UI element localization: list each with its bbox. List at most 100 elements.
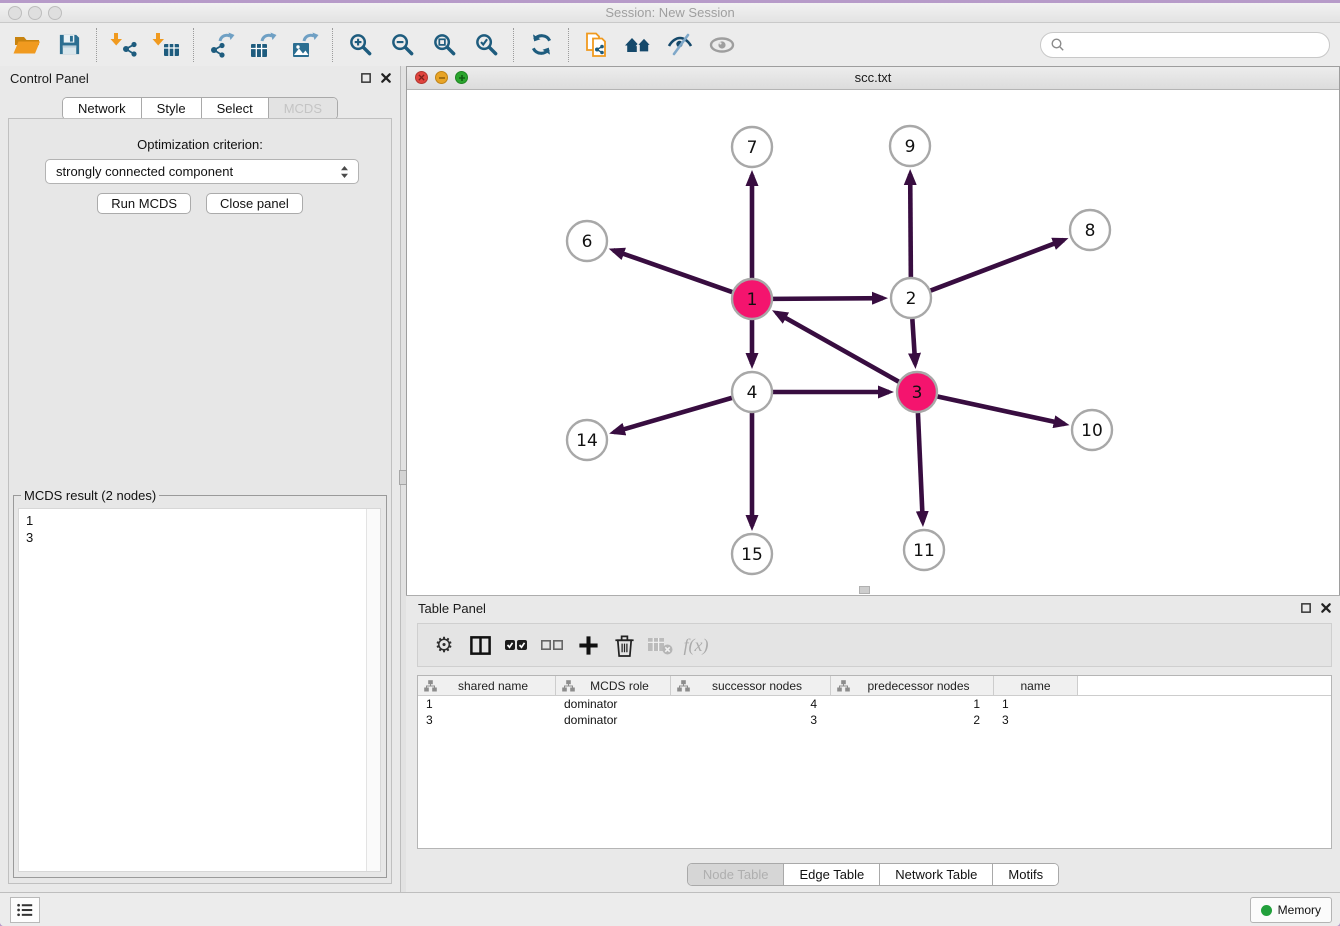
import-table-button[interactable]	[149, 28, 183, 62]
zoom-out-button[interactable]	[385, 28, 419, 62]
close-panel-button[interactable]: Close panel	[206, 193, 303, 214]
run-mcds-button[interactable]: Run MCDS	[97, 193, 191, 214]
tab-edge-table[interactable]: Edge Table	[783, 864, 879, 885]
fit-content-button[interactable]	[427, 28, 461, 62]
mcds-result-area[interactable]: 13	[18, 508, 381, 872]
column-header-successor-nodes[interactable]: successor nodes	[671, 676, 831, 695]
column-header-name[interactable]: name	[994, 676, 1078, 695]
task-history-button[interactable]	[10, 897, 40, 923]
cell[interactable]: dominator	[556, 713, 671, 727]
deselect-all-button[interactable]	[534, 627, 570, 663]
clone-network-button[interactable]	[579, 28, 613, 62]
add-column-button[interactable]	[570, 627, 606, 663]
graph-node-8[interactable]: 8	[1070, 210, 1110, 250]
cell[interactable]: dominator	[556, 697, 671, 711]
delete-column-button[interactable]	[606, 627, 642, 663]
window-title: Session: New Session	[0, 5, 1340, 20]
canvas-resize-handle[interactable]	[859, 586, 870, 594]
graph-node-2[interactable]: 2	[891, 278, 931, 318]
graph-edge-1-2[interactable]	[773, 298, 883, 299]
memory-button[interactable]: Memory	[1250, 897, 1332, 923]
graph-edge-1-6[interactable]	[613, 250, 732, 292]
hide-selected-button[interactable]	[663, 28, 697, 62]
graph-node-14[interactable]: 14	[567, 420, 607, 460]
network-view-window: scc.txt 1 2 3 4 6 7 8 9 10 11 14 15	[406, 66, 1340, 595]
select-chevrons-icon	[339, 165, 350, 179]
cell[interactable]: 3	[671, 713, 831, 727]
tab-network[interactable]: Network	[63, 98, 141, 119]
graph-edge-2-3[interactable]	[912, 319, 915, 364]
delete-table-button[interactable]	[642, 627, 678, 663]
node-label: 8	[1085, 221, 1096, 241]
export-image-button[interactable]	[288, 28, 322, 62]
select-all-button[interactable]	[498, 627, 534, 663]
tab-select[interactable]: Select	[201, 98, 268, 119]
cell[interactable]: 3	[418, 713, 556, 727]
graph-node-3[interactable]: 3	[897, 372, 937, 412]
cell[interactable]: 1	[831, 697, 994, 711]
network-titlebar[interactable]: scc.txt	[407, 67, 1339, 90]
graph-node-10[interactable]: 10	[1072, 410, 1112, 450]
float-panel-icon[interactable]	[1300, 602, 1312, 614]
show-all-button[interactable]	[705, 28, 739, 62]
open-session-button[interactable]	[10, 28, 44, 62]
tab-style[interactable]: Style	[141, 98, 201, 119]
tab-network-table[interactable]: Network Table	[879, 864, 992, 885]
criterion-select[interactable]: strongly connected component	[45, 159, 359, 184]
graph-node-4[interactable]: 4	[732, 372, 772, 412]
close-panel-icon[interactable]	[380, 72, 392, 84]
header-filler	[1078, 676, 1331, 695]
export-table-button[interactable]	[246, 28, 280, 62]
table-row[interactable]: 3dominator323	[418, 712, 1331, 728]
function-builder-button[interactable]: f(x)	[678, 627, 714, 663]
graph-node-9[interactable]: 9	[890, 126, 930, 166]
graph-edge-3-11[interactable]	[918, 413, 923, 522]
control-panel-tabs: NetworkStyleSelectMCDS	[62, 97, 338, 120]
column-label: shared name	[437, 679, 555, 693]
zoom-selected-button[interactable]	[469, 28, 503, 62]
home-view-button[interactable]	[621, 28, 655, 62]
graph-node-1[interactable]: 1	[732, 279, 772, 319]
zoom-in-button[interactable]	[343, 28, 377, 62]
column-header-shared-name[interactable]: shared name	[418, 676, 556, 695]
result-scrollbar[interactable]	[366, 509, 380, 871]
tab-node-table[interactable]: Node Table	[688, 864, 784, 885]
graph-edge-3-1[interactable]	[776, 313, 898, 382]
search-box[interactable]	[1040, 32, 1330, 58]
gear-button[interactable]: ⚙	[426, 627, 462, 663]
graph-edge-4-14[interactable]	[614, 398, 732, 432]
import-network-button[interactable]	[107, 28, 141, 62]
network-canvas[interactable]: 1 2 3 4 6 7 8 9 10 11 14 15	[407, 90, 1339, 595]
cell[interactable]: 2	[831, 713, 994, 727]
refresh-view-button[interactable]	[524, 28, 558, 62]
status-bar: Memory	[0, 892, 1340, 926]
float-panel-icon[interactable]	[360, 72, 372, 84]
save-session-button[interactable]	[52, 28, 86, 62]
search-input[interactable]	[1070, 35, 1321, 55]
export-network-button[interactable]	[204, 28, 238, 62]
graph-node-15[interactable]: 15	[732, 534, 772, 574]
cell[interactable]: 3	[994, 713, 1078, 727]
graph-edge-2-9[interactable]	[910, 174, 911, 277]
cell[interactable]: 1	[994, 697, 1078, 711]
refresh-view-icon	[529, 32, 554, 57]
graph-edge-3-10[interactable]	[938, 396, 1065, 424]
zoom-out-icon	[390, 32, 415, 57]
graph-node-7[interactable]: 7	[732, 127, 772, 167]
graph-node-11[interactable]: 11	[904, 530, 944, 570]
tab-motifs[interactable]: Motifs	[992, 864, 1058, 885]
close-panel-icon[interactable]	[1320, 602, 1332, 614]
graph-node-6[interactable]: 6	[567, 221, 607, 261]
cell[interactable]: 4	[671, 697, 831, 711]
hide-selected-icon	[666, 32, 694, 58]
graph-edge-2-8[interactable]	[931, 240, 1064, 291]
cell[interactable]: 1	[418, 697, 556, 711]
tab-mcds[interactable]: MCDS	[268, 98, 337, 119]
column-header-mcds-role[interactable]: MCDS role	[556, 676, 671, 695]
table-panel-header: Table Panel	[406, 596, 1340, 620]
open-session-icon	[13, 32, 41, 58]
column-header-predecessor-nodes[interactable]: predecessor nodes	[831, 676, 994, 695]
split-panel-button[interactable]	[462, 627, 498, 663]
table-row[interactable]: 1dominator411	[418, 696, 1331, 712]
node-label: 2	[906, 289, 917, 309]
